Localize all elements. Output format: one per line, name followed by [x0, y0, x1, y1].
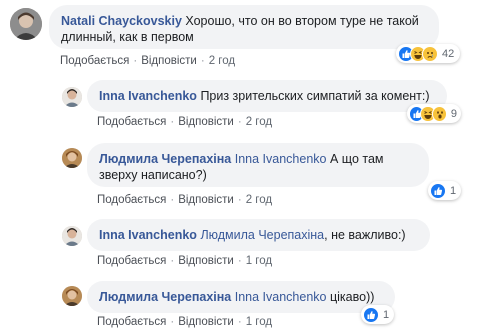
comment-author[interactable]: Людмила Черепахіна: [99, 152, 231, 166]
reactions-summary[interactable]: 42: [396, 44, 460, 63]
reply-link[interactable]: Відповісти: [178, 194, 234, 206]
comment-actions: Подобається · Відповісти · 1 год: [97, 316, 273, 328]
avatar[interactable]: [62, 87, 82, 107]
like-link[interactable]: Подобається: [97, 116, 166, 128]
avatar[interactable]: [62, 148, 82, 168]
comment-actions: Подобається · Відповісти · 2 год: [60, 55, 236, 67]
comment-bubble: Людмила Черепахіна Inna Ivanchenko А що …: [87, 143, 429, 187]
comment-text: Приз зрительских симпатий за комент:): [200, 89, 430, 103]
reply-link[interactable]: Відповісти: [178, 116, 234, 128]
comment-text: цікаво)): [329, 290, 375, 304]
like-link[interactable]: Подобається: [97, 316, 166, 328]
comment-bubble: Natali Chayckovskiy Хорошо, что он во вт…: [49, 5, 439, 49]
comment-actions: Подобається · Відповісти · 1 год: [97, 255, 273, 267]
comment-author[interactable]: Inna Ivanchenko: [99, 228, 197, 242]
comment-author[interactable]: Людмила Черепахіна: [99, 290, 231, 304]
reply-link[interactable]: Відповісти: [178, 316, 234, 328]
like-link[interactable]: Подобається: [60, 55, 129, 67]
comment-bubble: Inna Ivanchenko Людмила Черепахіна, не в…: [87, 219, 430, 251]
comment-author[interactable]: Natali Chayckovskiy: [61, 14, 182, 28]
comment-author[interactable]: Inna Ivanchenko: [99, 89, 197, 103]
reactions-summary[interactable]: 1: [361, 305, 394, 324]
timestamp[interactable]: 2 год: [209, 55, 235, 67]
comment-text: , не важливо:): [324, 228, 406, 242]
mention-link[interactable]: Inna Ivanchenko: [235, 290, 327, 304]
timestamp[interactable]: 2 год: [246, 116, 272, 128]
reaction-count: 1: [383, 308, 390, 321]
comment-bubble: Inna Ivanchenko Приз зрительских симпати…: [87, 80, 447, 112]
like-link[interactable]: Подобається: [97, 255, 166, 267]
reply-link[interactable]: Відповісти: [178, 255, 234, 267]
avatar[interactable]: [10, 8, 42, 40]
avatar[interactable]: [62, 286, 82, 306]
reaction-count: 9: [450, 107, 458, 120]
comment-actions: Подобається · Відповісти · 2 год: [97, 116, 273, 128]
like-icon: [430, 182, 446, 199]
timestamp[interactable]: 1 год: [246, 316, 272, 328]
reactions-summary[interactable]: 1: [428, 181, 461, 200]
reaction-count: 42: [442, 47, 455, 60]
reply-link[interactable]: Відповісти: [141, 55, 197, 67]
reactions-summary[interactable]: 9: [407, 104, 461, 123]
avatar[interactable]: [62, 226, 82, 246]
comment-actions: Подобається · Відповісти · 2 год: [97, 194, 273, 206]
timestamp[interactable]: 1 год: [246, 255, 272, 267]
comment-bubble: Людмила Черепахіна Inna Ivanchenko цікав…: [87, 281, 395, 313]
reaction-count: 1: [450, 184, 457, 197]
wow-icon: [431, 105, 447, 122]
mention-link[interactable]: Людмила Черепахіна: [200, 228, 324, 242]
mention-link[interactable]: Inna Ivanchenko: [235, 152, 327, 166]
like-icon: [363, 306, 379, 323]
sad-icon: [422, 45, 438, 62]
timestamp[interactable]: 2 год: [246, 194, 272, 206]
like-link[interactable]: Подобається: [97, 194, 166, 206]
